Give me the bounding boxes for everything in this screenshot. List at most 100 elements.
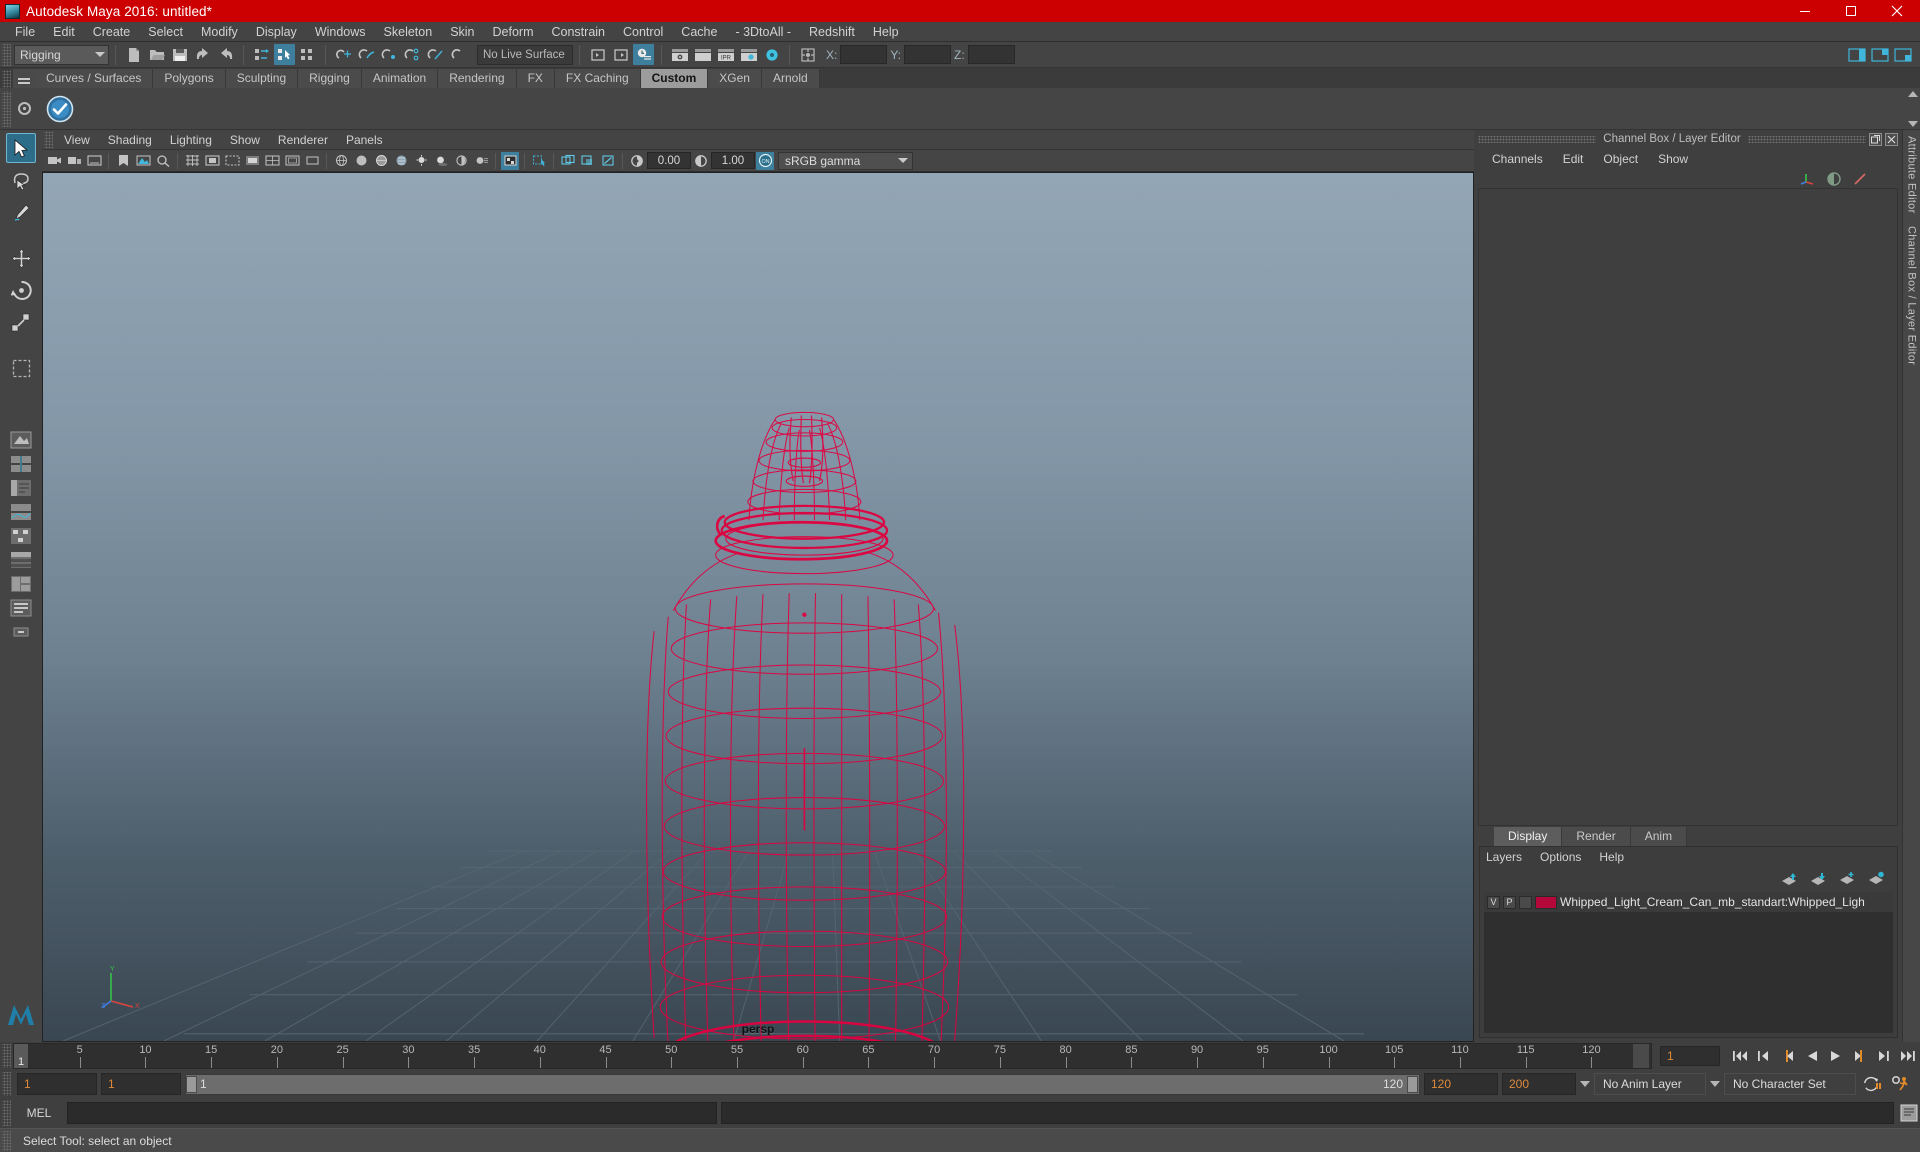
cb-menu-edit[interactable]: Edit <box>1563 152 1584 166</box>
film-gate-icon[interactable] <box>203 152 221 170</box>
menu-control[interactable]: Control <box>614 22 672 42</box>
animation-end-input[interactable]: 200 <box>1502 1073 1576 1095</box>
snap-curve-icon[interactable] <box>356 44 377 65</box>
color-management-selector[interactable]: sRGB gamma <box>778 151 913 170</box>
motion-blur-icon[interactable] <box>472 152 490 170</box>
cb-menu-show[interactable]: Show <box>1658 152 1688 166</box>
shelf-tab-animation[interactable]: Animation <box>361 69 439 88</box>
anim-layer-selector[interactable]: No Anim Layer <box>1594 1073 1706 1095</box>
perspective-viewport[interactable]: Y X Z persp <box>42 172 1474 1042</box>
menu-cache[interactable]: Cache <box>672 22 726 42</box>
time-slider-track[interactable]: 1 5 10 15 20 25 30 35 40 45 50 55 60 65 70 75 80 85 90 95 1… <box>13 1043 1652 1069</box>
persp-hypershade-layout[interactable] <box>8 525 34 547</box>
layer-playback-toggle[interactable]: P <box>1503 895 1516 909</box>
isolate-select-icon[interactable] <box>530 152 548 170</box>
layer-tab-display[interactable]: Display <box>1494 827 1563 846</box>
exposure-input[interactable]: 0.00 <box>647 152 691 169</box>
go-to-start-icon[interactable] <box>1730 1045 1750 1067</box>
xray-active-components-icon[interactable] <box>599 152 617 170</box>
snap-projected-icon[interactable] <box>402 44 423 65</box>
animation-preferences-icon[interactable] <box>1888 1073 1914 1095</box>
last-tool-used[interactable] <box>6 353 36 383</box>
grid-toggle-icon[interactable] <box>183 152 201 170</box>
shelf-tab-custom[interactable]: Custom <box>640 69 709 88</box>
layer-menu-options[interactable]: Options <box>1540 850 1581 864</box>
custom-shelf-button-icon[interactable] <box>45 94 75 124</box>
hypershade-icon[interactable] <box>761 44 782 65</box>
current-frame-input[interactable]: 1 <box>1660 1046 1720 1066</box>
time-slider-end-marker[interactable] <box>1633 1044 1649 1068</box>
play-backwards-icon[interactable] <box>1802 1045 1822 1067</box>
lasso-select-tool[interactable] <box>6 165 36 195</box>
make-live-icon[interactable] <box>448 44 469 65</box>
layer-state-toggle[interactable] <box>1519 895 1532 909</box>
character-set-selector[interactable]: No Character Set <box>1724 1073 1856 1095</box>
shelf-tab-rendering[interactable]: Rendering <box>438 69 517 88</box>
play-forwards-icon[interactable] <box>1826 1045 1846 1067</box>
textured-icon[interactable] <box>392 152 410 170</box>
layer-list[interactable]: V P Whipped_Light_Cream_Can_mb_standart:… <box>1484 892 1893 1033</box>
x-coordinate-input[interactable] <box>840 45 888 64</box>
range-slider-track[interactable]: 1 120 <box>185 1073 1420 1095</box>
shelf-tab-xgen[interactable]: XGen <box>708 69 762 88</box>
speed-icon[interactable] <box>1852 171 1868 187</box>
half-circle-icon[interactable] <box>1826 171 1842 187</box>
viewport-menu-lighting[interactable]: Lighting <box>161 130 221 150</box>
redo-icon[interactable] <box>215 44 236 65</box>
chevron-down-icon[interactable] <box>1580 1081 1590 1087</box>
undo-icon[interactable] <box>192 44 213 65</box>
outliner-layout[interactable] <box>8 597 34 619</box>
step-back-frame-icon[interactable] <box>1778 1045 1798 1067</box>
multisample-icon[interactable] <box>501 151 519 170</box>
menu-constrain[interactable]: Constrain <box>543 22 615 42</box>
xray-joints-icon[interactable] <box>579 152 597 170</box>
single-perspective-layout[interactable] <box>8 429 34 451</box>
attribute-editor-tab[interactable]: Attribute Editor <box>1906 136 1918 214</box>
menu-modify[interactable]: Modify <box>192 22 247 42</box>
lock-camera-icon[interactable] <box>65 152 83 170</box>
paint-select-tool[interactable] <box>6 197 36 227</box>
shelf-gripper[interactable] <box>2 70 11 88</box>
maximize-icon[interactable] <box>1828 0 1874 22</box>
help-line-gripper[interactable] <box>2 1130 11 1151</box>
move-layer-up-icon[interactable] <box>1781 871 1798 885</box>
shelf-content-gripper[interactable] <box>2 90 11 127</box>
shaded-wireframe-icon[interactable] <box>372 152 390 170</box>
render-current-frame-icon[interactable] <box>692 44 713 65</box>
command-line-gripper[interactable] <box>2 1100 11 1126</box>
select-tool[interactable] <box>6 133 36 163</box>
script-language-label[interactable]: MEL <box>15 1106 63 1120</box>
layer-tab-anim[interactable]: Anim <box>1630 827 1688 846</box>
shelf-tab-fx[interactable]: FX <box>516 69 555 88</box>
close-panel-icon[interactable] <box>1885 132 1899 146</box>
range-end-input[interactable]: 120 <box>1424 1073 1498 1095</box>
time-slider-gripper[interactable] <box>2 1044 11 1068</box>
menu-3dtoall[interactable]: - 3DtoAll - <box>726 22 800 42</box>
menu-file[interactable]: File <box>6 22 44 42</box>
shelf-tab-rigging[interactable]: Rigging <box>298 69 362 88</box>
open-outliner-icon[interactable] <box>610 44 631 65</box>
cb-menu-channels[interactable]: Channels <box>1492 152 1543 166</box>
shelf-scroll-arrows[interactable] <box>1906 89 1920 129</box>
move-layer-down-icon[interactable] <box>1810 871 1827 885</box>
layer-color-swatch[interactable] <box>1535 895 1557 909</box>
script-editor-icon[interactable] <box>1898 1102 1920 1124</box>
safe-title-icon[interactable] <box>303 152 321 170</box>
two-pane-layout[interactable] <box>8 549 34 571</box>
gamma-icon[interactable] <box>692 152 710 170</box>
menu-windows[interactable]: Windows <box>306 22 375 42</box>
shadows-icon[interactable] <box>432 152 450 170</box>
menu-create[interactable]: Create <box>84 22 140 42</box>
viewport-menu-show[interactable]: Show <box>221 130 269 150</box>
xray-icon[interactable] <box>559 152 577 170</box>
shelf-hamburger-icon[interactable] <box>13 69 35 88</box>
auto-keyframe-icon[interactable] <box>1860 1073 1884 1095</box>
snap-grid-icon[interactable] <box>333 44 354 65</box>
shelf-tab-fx-caching[interactable]: FX Caching <box>554 69 641 88</box>
step-forward-keyframe-icon[interactable] <box>1874 1045 1894 1067</box>
range-slider-gripper[interactable] <box>2 1072 11 1096</box>
select-camera-icon[interactable] <box>45 152 63 170</box>
snap-view-plane-icon[interactable] <box>425 44 446 65</box>
exposure-icon[interactable] <box>628 152 646 170</box>
four-view-layout[interactable] <box>8 453 34 475</box>
